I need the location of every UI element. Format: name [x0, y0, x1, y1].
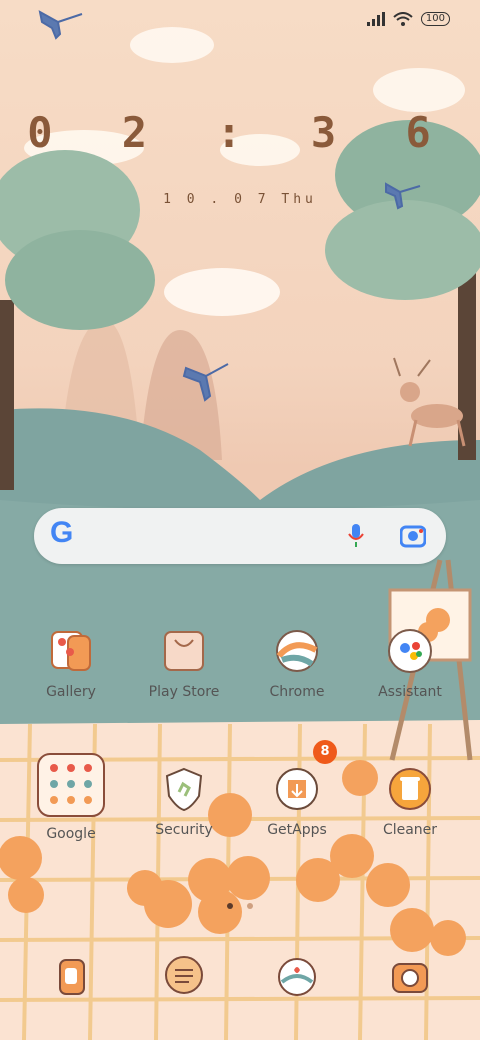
app-play-store[interactable]: Play Store: [134, 628, 234, 700]
app-label: Assistant: [378, 684, 442, 700]
google-folder-icon: [37, 753, 105, 817]
cleaner-icon: [389, 768, 431, 810]
getapps-icon: [276, 768, 318, 810]
dock-themes[interactable]: [247, 954, 347, 1004]
app-assistant[interactable]: Assistant: [360, 628, 460, 700]
dock-phone[interactable]: [21, 954, 121, 1004]
app-label: Cleaner: [382, 822, 438, 838]
battery-indicator: 100: [420, 12, 450, 26]
page-indicator[interactable]: [0, 894, 480, 913]
chrome-icon: [276, 630, 318, 672]
signal-icon: [366, 12, 385, 26]
google-search-bar[interactable]: G: [34, 508, 446, 564]
google-logo: G: [50, 516, 74, 549]
themes-icon: [278, 958, 316, 996]
clock-time[interactable]: 0 2 : 3 6: [0, 108, 480, 157]
messages-icon: [165, 956, 203, 994]
page-dot-active: [227, 903, 234, 909]
wifi-icon: [393, 12, 413, 26]
lens-icon[interactable]: [400, 524, 426, 548]
assistant-icon: [388, 629, 432, 673]
status-bar: 100: [366, 12, 450, 26]
app-label: GetApps: [267, 822, 327, 838]
gallery-icon: [51, 631, 91, 671]
app-gallery[interactable]: Gallery: [21, 628, 121, 700]
mic-icon[interactable]: [348, 524, 364, 548]
folder-google[interactable]: Google: [21, 752, 121, 842]
notification-badge: 8: [313, 740, 337, 764]
app-cleaner[interactable]: Cleaner: [360, 766, 460, 838]
phone-icon: [59, 959, 85, 995]
home-screen: 100 0 2 : 3 6 1 0 . 0 7 Thu G Gallery Pl…: [0, 0, 480, 1040]
app-label: Gallery: [46, 684, 96, 700]
play-store-icon: [164, 631, 204, 671]
clock-date[interactable]: 1 0 . 0 7 Thu: [0, 192, 480, 207]
app-label: Play Store: [148, 684, 220, 700]
page-dot: [246, 903, 253, 909]
app-label: Security: [155, 822, 213, 838]
camera-icon: [392, 963, 428, 993]
app-label: Chrome: [269, 684, 325, 700]
app-chrome[interactable]: Chrome: [247, 628, 347, 700]
dock-messages[interactable]: [134, 954, 234, 1004]
security-icon: [165, 767, 203, 812]
app-security[interactable]: Security: [134, 766, 234, 838]
app-label: Google: [46, 826, 96, 842]
app-getapps[interactable]: GetApps: [247, 766, 347, 838]
dock-camera[interactable]: [360, 954, 460, 1004]
